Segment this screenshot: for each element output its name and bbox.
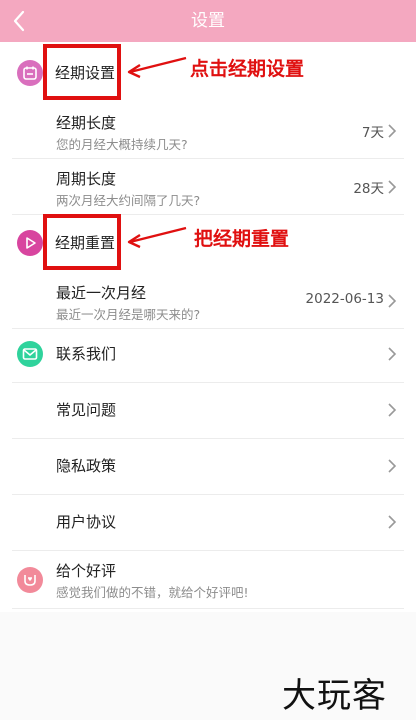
- row-subtitle: 两次月经大约间隔了几天?: [56, 193, 201, 208]
- user-agreement-row[interactable]: 用户协议: [0, 494, 416, 550]
- row-label: 联系我们: [56, 345, 117, 363]
- chevron-right-icon: [388, 347, 397, 361]
- row-label: 隐私政策: [56, 457, 117, 475]
- calendar-icon: [17, 60, 43, 86]
- chevron-right-icon: [388, 294, 397, 308]
- chevron-right-icon: [388, 515, 397, 529]
- highlight-box-period-settings: [43, 44, 121, 100]
- row-title: 经期长度: [56, 114, 117, 132]
- row-value: 28天: [353, 181, 384, 197]
- rate-us-row[interactable]: 给个好评 感觉我们做的不错，就给个好评吧!: [0, 552, 416, 608]
- annotation-arrow-icon: [127, 226, 187, 249]
- period-length-row[interactable]: 经期长度 您的月经大概持续几天? 7天: [0, 104, 416, 158]
- contact-us-row[interactable]: 联系我们: [0, 326, 416, 382]
- heart-badge-icon: [17, 567, 43, 593]
- row-subtitle: 您的月经大概持续几天?: [56, 137, 188, 152]
- row-title: 给个好评: [56, 562, 117, 580]
- row-subtitle: 感觉我们做的不错，就给个好评吧!: [56, 585, 249, 600]
- divider: [12, 550, 404, 551]
- page-title: 设置: [191, 11, 225, 31]
- row-subtitle: 最近一次月经是哪天来的?: [56, 307, 201, 322]
- annotation-reset-period: 把经期重置: [194, 228, 290, 250]
- chevron-right-icon: [388, 459, 397, 473]
- title-bar: 设置: [0, 0, 416, 42]
- watermark-text: 大玩客: [282, 676, 387, 716]
- row-label: 常见问题: [56, 401, 117, 419]
- privacy-policy-row[interactable]: 隐私政策: [0, 438, 416, 494]
- annotation-click-period-settings: 点击经期设置: [190, 58, 305, 80]
- cycle-length-row[interactable]: 周期长度 两次月经大约间隔了几天? 28天: [0, 160, 416, 214]
- mail-icon: [17, 341, 43, 367]
- row-title: 最近一次月经: [56, 284, 147, 302]
- row-title: 周期长度: [56, 170, 117, 188]
- row-value: 2022-06-13: [305, 291, 384, 307]
- last-period-row[interactable]: 最近一次月经 最近一次月经是哪天来的? 2022-06-13: [0, 274, 416, 328]
- row-value: 7天: [361, 125, 384, 141]
- chevron-right-icon: [388, 124, 397, 138]
- divider: [12, 608, 404, 609]
- play-icon: [17, 230, 43, 256]
- highlight-box-period-reset: [43, 214, 121, 270]
- chevron-right-icon: [388, 403, 397, 417]
- annotation-arrow-icon: [127, 56, 187, 79]
- faq-row[interactable]: 常见问题: [0, 382, 416, 438]
- chevron-right-icon: [388, 180, 397, 194]
- divider: [12, 158, 404, 159]
- row-label: 用户协议: [56, 513, 117, 531]
